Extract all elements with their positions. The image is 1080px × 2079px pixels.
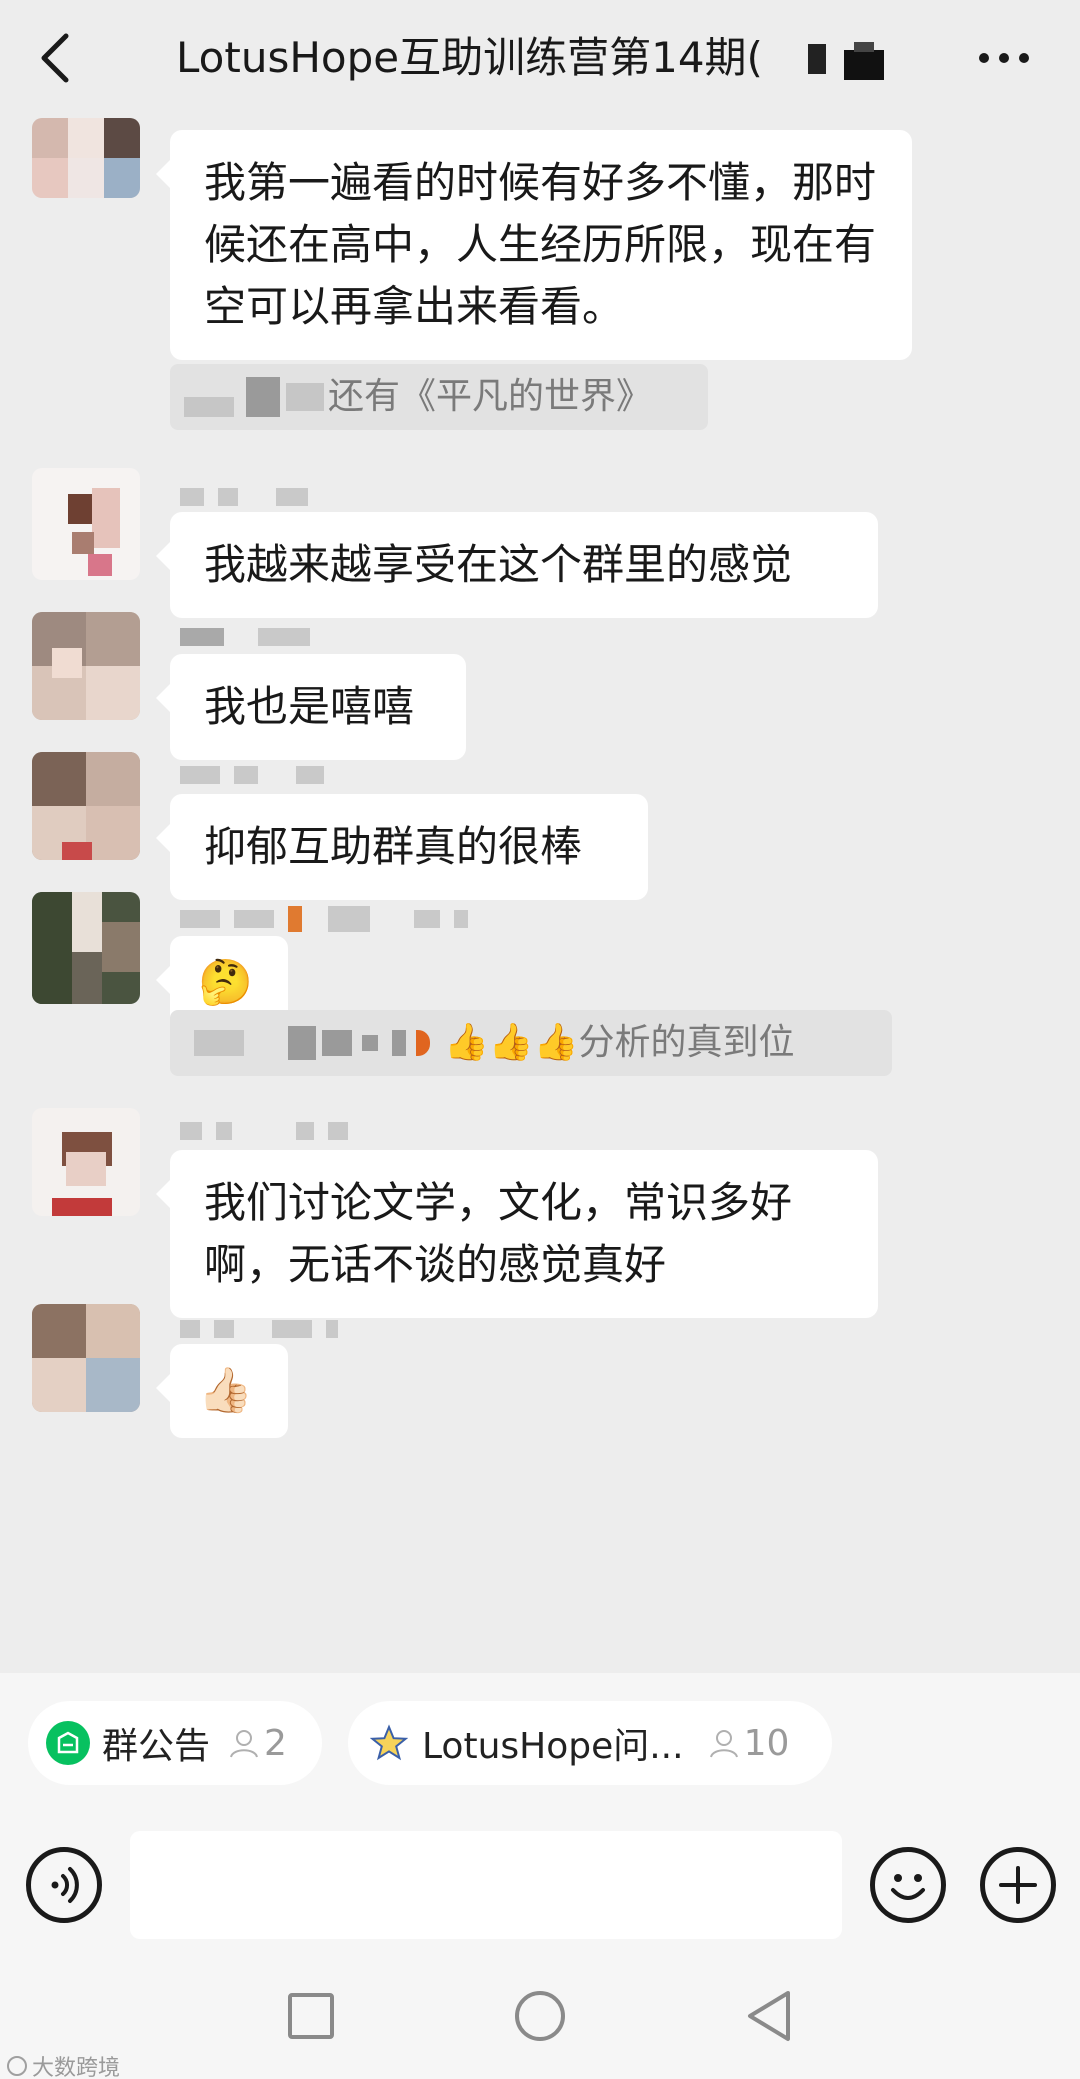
watermark-text: 大数跨境 [32, 2056, 121, 2079]
chip-count-value: 10 [743, 1722, 790, 1764]
blur-block [322, 1030, 352, 1056]
chip-label: LotusHope问... [422, 1726, 684, 1767]
blur-block [184, 397, 234, 417]
sender-name [180, 906, 468, 932]
announcement-icon [46, 1721, 90, 1765]
quote-text: 还有《平凡的世界》 [328, 376, 653, 417]
emoji-message: 🤔 [198, 957, 253, 1008]
quoted-message[interactable]: 👍👍👍分析的真到位 [170, 1010, 892, 1076]
person-icon [709, 1730, 738, 1758]
watermark: 大数跨境 [6, 2050, 120, 2079]
back-triangle-icon[interactable] [744, 1989, 794, 2043]
star-icon [370, 1724, 408, 1761]
system-nav-bar [0, 1963, 1080, 2079]
more-functions-button[interactable] [980, 1847, 1056, 1923]
sender-name [180, 624, 310, 650]
title-blur-icon [808, 42, 884, 80]
message-text: 我们讨论文学，文化，常识多好啊，无话不谈的感觉真好 [204, 1178, 793, 1289]
blur-block [362, 1035, 378, 1051]
message-bubble[interactable]: 我也是嘻嘻 [156, 654, 466, 760]
blur-block [194, 1030, 244, 1056]
message-text: 我也是嘻嘻 [204, 682, 415, 731]
message-text: 抑郁互助群真的很棒 [204, 822, 583, 871]
person-icon [230, 1730, 258, 1758]
quoted-message[interactable]: 还有《平凡的世界》 [170, 364, 708, 430]
watermark-logo-icon [7, 2056, 27, 2076]
chevron-left-icon[interactable] [36, 30, 76, 86]
avatar[interactable] [32, 892, 140, 1004]
avatar[interactable] [32, 118, 140, 198]
avatar[interactable] [32, 1304, 140, 1412]
sender-name [180, 484, 308, 510]
blur-block [288, 1026, 316, 1060]
plus-icon [999, 1866, 1037, 1904]
message-list[interactable]: 我第一遍看的时候有好多不懂，那时候还在高中，人生经历所限，现在有空可以再拿出来看… [0, 118, 1080, 1673]
group-announcement-chip[interactable]: 群公告 2 [28, 1701, 322, 1785]
quote-text: 👍👍👍分析的真到位 [444, 1022, 795, 1063]
chip-count: 2 [228, 1723, 287, 1764]
blur-block [286, 383, 324, 411]
chip-count: 10 [708, 1722, 790, 1764]
emoji-button[interactable] [870, 1847, 946, 1923]
sender-name [180, 1316, 338, 1342]
smiley-icon [891, 1874, 925, 1900]
recent-apps-button[interactable] [288, 1993, 334, 2039]
emoji-message: 👍🏻 [198, 1365, 253, 1416]
sender-name [180, 1118, 348, 1144]
avatar[interactable] [32, 612, 140, 720]
message-bubble[interactable]: 我们讨论文学，文化，常识多好啊，无话不谈的感觉真好 [156, 1150, 878, 1318]
avatar[interactable] [32, 1108, 140, 1216]
blur-block [392, 1030, 406, 1056]
chip-label: 群公告 [102, 1726, 211, 1767]
avatar[interactable] [32, 752, 140, 860]
message-bubble[interactable]: 我越来越享受在这个群里的感觉 [156, 512, 878, 618]
chat-title: LotusHope互助训练营第14期( [176, 33, 763, 82]
chat-header: LotusHope互助训练营第14期( [0, 0, 1080, 118]
input-bar [0, 1813, 1080, 1963]
blur-block [246, 377, 280, 417]
message-bubble[interactable]: 抑郁互助群真的很棒 [156, 794, 648, 900]
voice-input-button[interactable] [26, 1847, 102, 1923]
more-horizontal-icon[interactable] [978, 50, 1030, 66]
home-button[interactable] [515, 1991, 565, 2041]
message-text: 我第一遍看的时候有好多不懂，那时候还在高中，人生经历所限，现在有空可以再拿出来看… [204, 158, 877, 331]
message-bubble[interactable]: 👍🏻 [156, 1344, 288, 1438]
message-text: 我越来越享受在这个群里的感觉 [204, 540, 793, 589]
group-tools-bar: 群公告 2 LotusHope问... 10 [0, 1673, 1080, 1813]
voice-icon [51, 1867, 79, 1903]
sender-name [180, 762, 324, 788]
lotushope-chip[interactable]: LotusHope问... 10 [348, 1701, 832, 1785]
avatar[interactable] [32, 468, 140, 580]
emoji-icon [416, 1030, 430, 1056]
chip-count-value: 2 [264, 1722, 287, 1764]
message-input[interactable] [130, 1831, 842, 1939]
message-bubble[interactable]: 我第一遍看的时候有好多不懂，那时候还在高中，人生经历所限，现在有空可以再拿出来看… [156, 130, 912, 360]
